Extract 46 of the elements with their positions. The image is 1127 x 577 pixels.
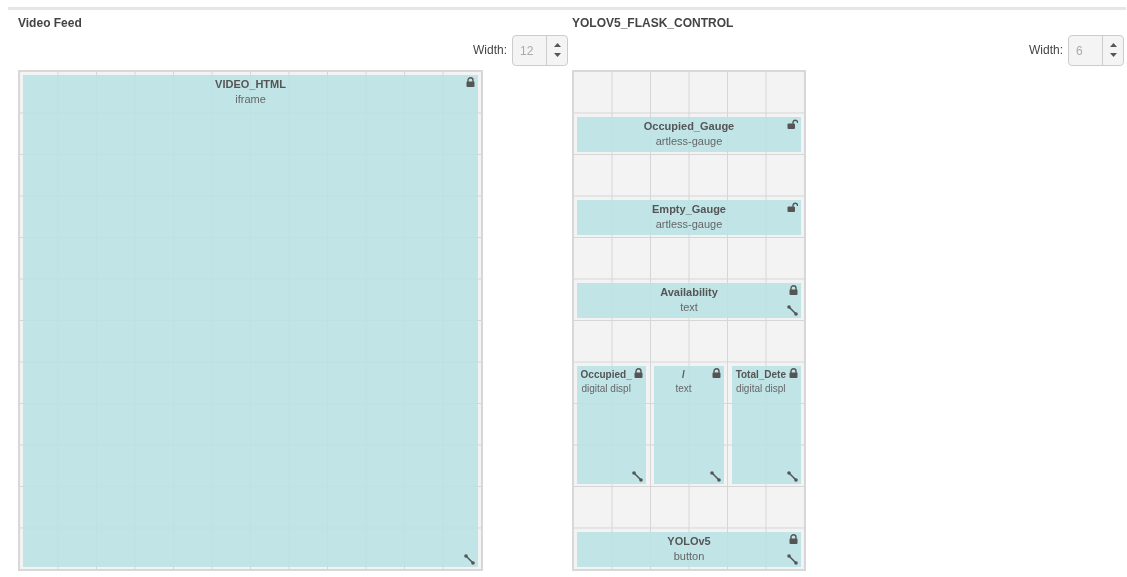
lock-icon[interactable]	[789, 533, 798, 544]
lock-icon[interactable]	[789, 284, 798, 295]
up-arrow-icon[interactable]	[553, 43, 561, 47]
widget-type: text	[680, 300, 698, 313]
widget-tile[interactable]: Occupied_ digital displ	[577, 365, 647, 484]
widget-tile[interactable]: Availability text	[577, 282, 801, 318]
group-title: Video Feed	[18, 16, 83, 32]
unlocked-lock-icon[interactable]	[787, 118, 798, 129]
width-label: Width:	[1029, 43, 1063, 57]
widget-type: artless-gauge	[655, 134, 723, 147]
lock-icon[interactable]	[634, 367, 644, 378]
resize-handle-icon[interactable]	[787, 554, 798, 565]
widget-tile[interactable]: Empty_Gauge artless-gauge	[577, 199, 801, 235]
lock-icon[interactable]	[711, 367, 721, 378]
unlocked-lock-icon[interactable]	[787, 201, 798, 212]
resize-handle-icon[interactable]	[787, 471, 798, 482]
widget-name: VIDEO_HTML	[215, 78, 286, 90]
lock-icon[interactable]	[789, 367, 798, 378]
group-title: YOLOV5_FLASK_CONTROL	[572, 16, 735, 32]
resize-handle-icon[interactable]	[632, 471, 644, 482]
up-arrow-icon[interactable]	[1109, 43, 1117, 47]
widget-name: Occupied_Gauge	[643, 119, 735, 132]
widget-name: YOLOv5	[667, 534, 711, 547]
widget-type: artless-gauge	[655, 217, 723, 230]
widget-type: text	[675, 382, 692, 394]
width-label: Width:	[473, 43, 507, 57]
widget-tile[interactable]: YOLOv5 button	[577, 531, 801, 567]
lock-icon[interactable]	[466, 77, 475, 87]
widget-tile[interactable]: Total_Dete digital displ	[731, 365, 801, 484]
widget-type: digital displ	[736, 382, 786, 394]
widget-tile[interactable]: Occupied_Gauge artless-gauge	[577, 116, 801, 152]
widget-name: Occupied_	[580, 368, 632, 380]
widget-tile[interactable]: VIDEO_HTML iframe	[23, 75, 478, 567]
resize-handle-icon[interactable]	[464, 554, 475, 565]
down-arrow-icon[interactable]	[553, 53, 561, 57]
widget-name: Availability	[660, 285, 718, 298]
widget-type: iframe	[235, 93, 266, 105]
resize-handle-icon[interactable]	[787, 305, 798, 316]
widget-name: /	[682, 368, 685, 380]
widget-type: button	[673, 549, 705, 562]
down-arrow-icon[interactable]	[1109, 53, 1117, 57]
resize-handle-icon[interactable]	[709, 471, 721, 482]
widget-type: digital displ	[581, 382, 631, 394]
widget-name: Total_Dete	[735, 368, 786, 380]
widget-tile[interactable]: / text	[654, 365, 724, 484]
widget-name: Empty_Gauge	[652, 202, 726, 215]
